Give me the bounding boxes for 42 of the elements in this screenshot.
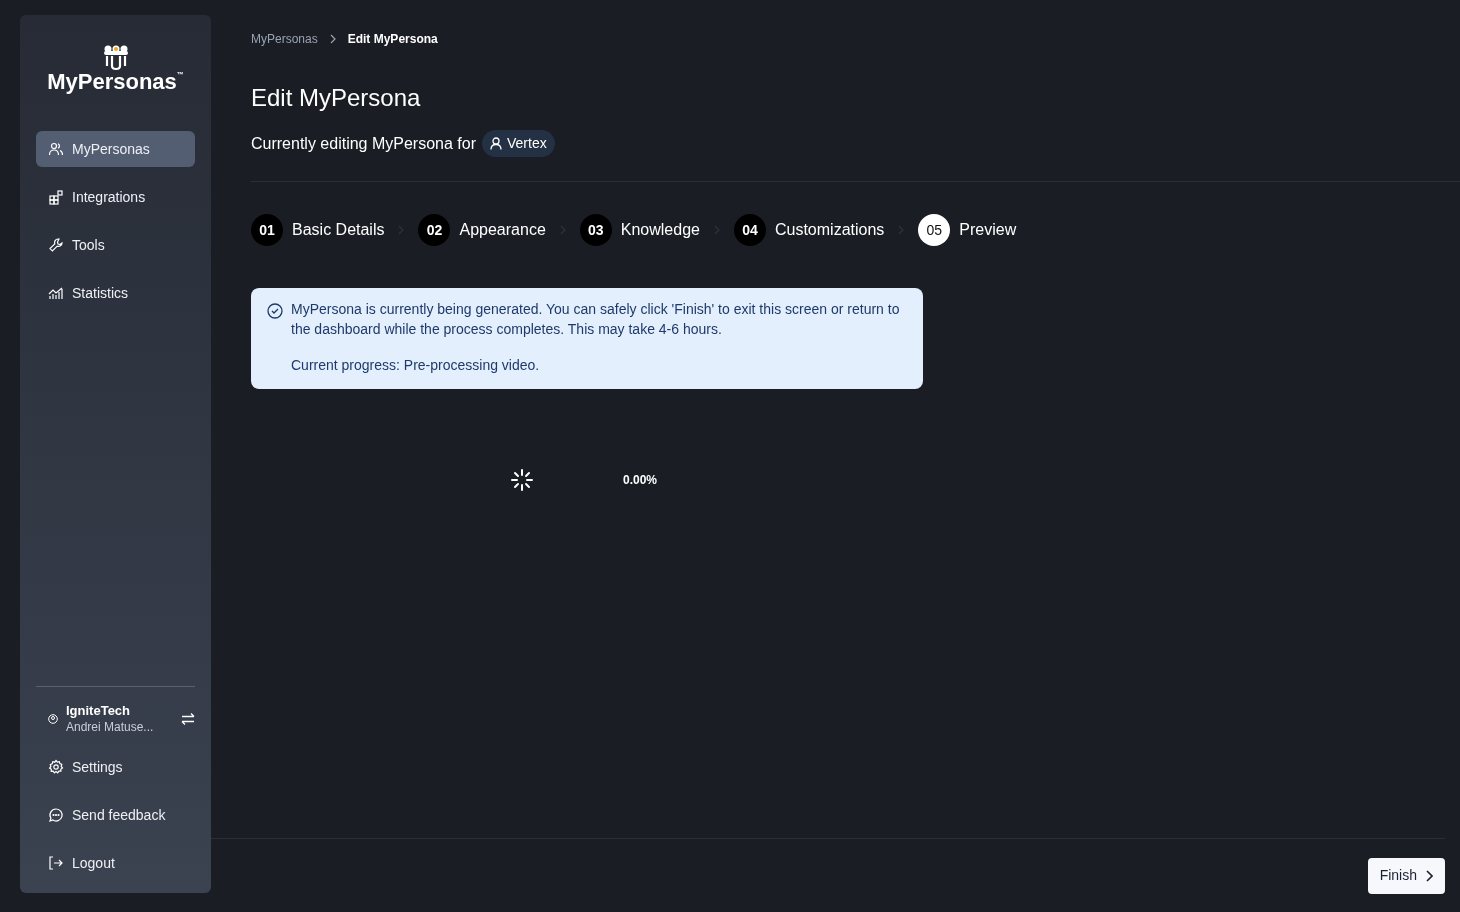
logo-icon: [101, 45, 130, 71]
switch-icon[interactable]: [181, 712, 195, 726]
persona-chip: Vertex: [482, 130, 555, 157]
progress-percent: 0.00%: [623, 472, 658, 489]
chevron-right-icon: [898, 225, 905, 235]
user-icon: [490, 137, 502, 150]
chevron-right-icon: [559, 225, 566, 235]
chevron-right-icon: [1425, 869, 1433, 882]
nav-item[interactable]: Integrations: [36, 179, 195, 215]
nav-item[interactable]: Send feedback: [36, 797, 195, 833]
spinner-icon: [511, 469, 533, 491]
step-tab[interactable]: 01 Basic Details: [251, 214, 385, 246]
user-icon: [48, 714, 58, 724]
check-circle-icon: [267, 303, 283, 319]
logout-icon: [48, 855, 64, 871]
chevron-right-icon: [398, 225, 405, 235]
wrench-icon: [48, 237, 64, 253]
nav-item[interactable]: MyPersonas: [36, 131, 195, 167]
finish-button[interactable]: Finish: [1367, 857, 1445, 894]
step-tab[interactable]: 05 Preview: [918, 214, 1017, 246]
chat-icon: [48, 807, 64, 823]
user-name: Andrei Matuse...: [66, 719, 155, 735]
progress-message: Current progress: Pre-processing video.: [291, 356, 541, 375]
step-tab[interactable]: 04 Customizations: [733, 214, 885, 246]
chevron-right-icon: [713, 225, 720, 235]
step-tab[interactable]: 02 Appearance: [418, 214, 546, 246]
settings-icon: [48, 759, 64, 775]
editing-subtitle: Currently editing MyPersona for: [251, 133, 476, 154]
nav-item[interactable]: Statistics: [36, 275, 195, 311]
nav-item[interactable]: Tools: [36, 227, 195, 263]
breadcrumb-item: Edit MyPersona: [347, 31, 438, 48]
nav-item[interactable]: Logout: [36, 845, 195, 881]
grid-icon: [48, 189, 64, 205]
chevron-right-icon: [329, 34, 336, 44]
breadcrumb-item[interactable]: MyPersonas: [251, 30, 318, 48]
page-title: Edit MyPersona: [251, 83, 422, 113]
organization-name: IgniteTech: [66, 703, 132, 719]
chart-icon: [48, 285, 64, 301]
users-icon: [48, 141, 64, 157]
step-tab[interactable]: 03 Knowledge: [579, 214, 700, 246]
alert-message: MyPersona is currently being generated. You can safely click 'Finish' to exit this screen or return to the dashboard while the process completes. This may take 4-6 hours.: [291, 300, 901, 339]
nav-item[interactable]: Settings: [36, 749, 195, 785]
